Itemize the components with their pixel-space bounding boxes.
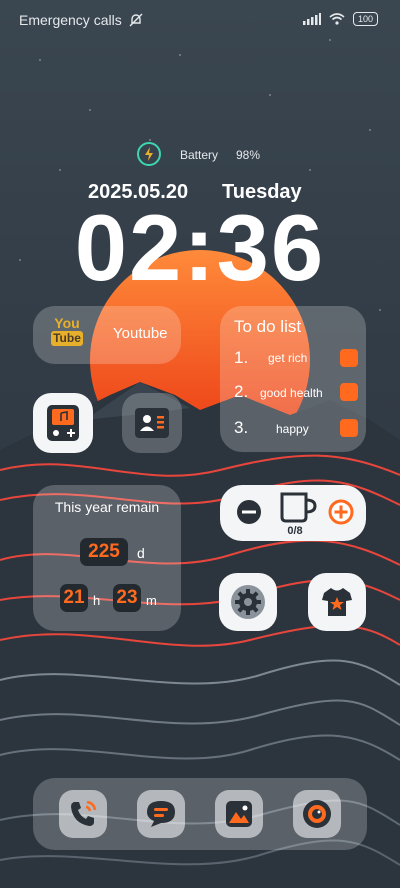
charging-icon (137, 142, 161, 166)
water-count: 0/8 (287, 525, 303, 537)
todo-num-1: 1. (234, 348, 249, 367)
year-remain-widget: This year remain 225 d 21 h 23 m (33, 485, 181, 631)
music-player-app[interactable] (33, 393, 93, 453)
cup-icon (280, 492, 317, 523)
todo-widget: To do list 1. get rich 2. good health 3.… (220, 306, 366, 452)
todo-text-1: get rich (268, 351, 308, 365)
emergency-calls-text: Emergency calls (19, 12, 122, 28)
phone-icon (71, 800, 97, 826)
days-remaining: 225 (80, 538, 128, 566)
phone-app[interactable] (59, 790, 107, 838)
settings-app[interactable] (219, 573, 277, 631)
todo-checkbox-2[interactable] (340, 383, 358, 401)
status-bar: Emergency calls 100 (0, 0, 400, 40)
messages-app[interactable] (137, 790, 185, 838)
music-player-icon (47, 405, 79, 441)
todo-text-3: happy (276, 422, 309, 436)
camera-icon (303, 800, 331, 828)
contact-card-icon (135, 408, 169, 438)
clock-time: 02:36 (74, 195, 326, 300)
youtube-logo-top: You (54, 315, 80, 331)
todo-checkbox-3[interactable] (340, 419, 358, 437)
youtube-label: Youtube (113, 325, 168, 342)
wifi-icon (329, 13, 345, 25)
camera-app[interactable] (293, 790, 341, 838)
signal-icon (302, 13, 321, 25)
todo-num-2: 2. (234, 382, 249, 401)
notifications-off-icon (129, 13, 143, 27)
battery-percent: 98% (236, 148, 261, 162)
todo-num-3: 3. (234, 418, 249, 437)
gear-icon (231, 585, 265, 619)
days-unit: d (137, 545, 145, 561)
tshirt-icon (322, 588, 352, 616)
gallery-icon (226, 801, 252, 827)
contacts-app[interactable] (122, 393, 182, 453)
youtube-logo-bottom: Tube (51, 331, 83, 346)
year-remain-title: This year remain (54, 499, 160, 515)
plus-button[interactable] (328, 499, 354, 525)
gallery-app[interactable] (215, 790, 263, 838)
dock (33, 778, 367, 850)
water-tracker-widget: 0/8 (220, 485, 366, 541)
todo-text-2: good health (260, 386, 323, 400)
battery-label: Battery (180, 148, 219, 162)
minutes-unit: m (146, 593, 157, 608)
minus-button[interactable] (236, 499, 262, 525)
battery-widget (136, 141, 162, 172)
messages-icon (147, 801, 175, 827)
todo-title: To do list (234, 317, 302, 336)
hours-unit: h (93, 593, 101, 608)
minutes-remaining: 23 (113, 584, 141, 612)
hours-remaining: 21 (60, 584, 88, 612)
status-right: 100 (302, 12, 378, 26)
youtube-logo-icon: You Tube (51, 316, 83, 346)
todo-checkbox-1[interactable] (340, 349, 358, 367)
battery-level: 100 (352, 12, 378, 26)
youtube-widget[interactable]: You Tube Youtube (33, 306, 181, 364)
theme-app[interactable] (308, 573, 366, 631)
status-left: Emergency calls (19, 12, 144, 28)
